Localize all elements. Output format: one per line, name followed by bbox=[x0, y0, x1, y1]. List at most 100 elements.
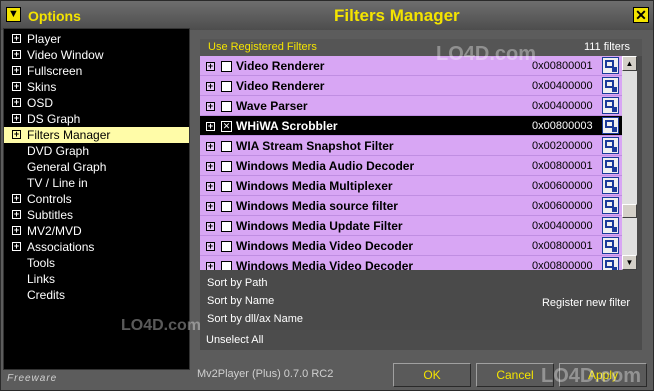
filter-properties-icon[interactable] bbox=[602, 97, 619, 114]
expand-icon[interactable]: + bbox=[12, 34, 21, 43]
filter-checkbox[interactable] bbox=[221, 181, 232, 192]
filter-properties-icon[interactable] bbox=[602, 217, 619, 234]
filter-checkbox[interactable] bbox=[221, 241, 232, 252]
sidebar-item[interactable]: + Controls bbox=[4, 191, 189, 207]
filter-properties-icon[interactable] bbox=[602, 257, 619, 270]
filter-checkbox[interactable] bbox=[221, 261, 232, 270]
filter-name: Windows Media Audio Decoder bbox=[236, 159, 415, 173]
sidebar-item-label: General Graph bbox=[27, 160, 107, 174]
filter-properties-icon[interactable] bbox=[602, 157, 619, 174]
filter-properties-icon[interactable] bbox=[602, 57, 619, 74]
filter-list: + Video Renderer 0x00800001 + Video Renderer… bbox=[200, 56, 622, 270]
sidebar-item-label: DVD Graph bbox=[27, 144, 90, 158]
filter-row[interactable]: + Windows Media Video Decoder 0x00800001 bbox=[200, 236, 622, 256]
expand-icon[interactable]: + bbox=[206, 102, 215, 111]
scroll-up-button[interactable]: ▲ bbox=[622, 56, 637, 71]
arrow-down-icon[interactable]: ▼ bbox=[6, 7, 21, 22]
sidebar-item[interactable]: Tools bbox=[4, 255, 189, 271]
expand-icon[interactable]: + bbox=[206, 202, 215, 211]
filter-name: Windows Media Update Filter bbox=[236, 219, 403, 233]
filter-checkbox[interactable] bbox=[221, 201, 232, 212]
expand-icon[interactable]: + bbox=[12, 50, 21, 59]
expand-icon[interactable]: + bbox=[206, 122, 215, 131]
sidebar-item[interactable]: TV / Line in bbox=[4, 175, 189, 191]
sidebar-item-label: Filters Manager bbox=[27, 128, 111, 142]
filter-merit: 0x00400000 bbox=[532, 80, 593, 92]
expand-icon[interactable]: + bbox=[12, 194, 21, 203]
expand-icon[interactable]: + bbox=[12, 66, 21, 75]
filter-name: Windows Media source filter bbox=[236, 199, 398, 213]
expand-icon[interactable]: + bbox=[206, 262, 215, 270]
sidebar-item[interactable]: Credits bbox=[4, 287, 189, 303]
sidebar-item-label: Associations bbox=[27, 240, 95, 254]
sidebar-item[interactable]: DVD Graph bbox=[4, 143, 189, 159]
filter-row[interactable]: + WIA Stream Snapshot Filter 0x00200000 bbox=[200, 136, 622, 156]
filter-properties-icon[interactable] bbox=[602, 197, 619, 214]
expand-icon[interactable]: + bbox=[206, 142, 215, 151]
unselect-all-link[interactable]: Unselect All bbox=[206, 330, 263, 350]
filter-merit: 0x00800001 bbox=[532, 160, 593, 172]
filter-checkbox[interactable] bbox=[221, 81, 232, 92]
expand-icon[interactable]: + bbox=[206, 242, 215, 251]
expand-icon[interactable]: + bbox=[206, 62, 215, 71]
filter-checkbox[interactable] bbox=[221, 161, 232, 172]
expand-icon[interactable]: + bbox=[206, 82, 215, 91]
expand-icon[interactable]: + bbox=[12, 210, 21, 219]
sidebar-item[interactable]: + Player bbox=[4, 31, 189, 47]
sidebar-item[interactable]: + Subtitles bbox=[4, 207, 189, 223]
filter-row[interactable]: + Wave Parser 0x00400000 bbox=[200, 96, 622, 116]
sort-by-path-link[interactable]: Sort by Path bbox=[207, 277, 268, 289]
filter-row[interactable]: + Windows Media Video Decoder 0x00800000 bbox=[200, 256, 622, 270]
filter-checkbox[interactable] bbox=[221, 141, 232, 152]
sidebar-item[interactable]: + Skins bbox=[4, 79, 189, 95]
expand-icon[interactable]: + bbox=[206, 182, 215, 191]
filter-row[interactable]: + Windows Media Multiplexer 0x00600000 bbox=[200, 176, 622, 196]
filter-row[interactable]: + Windows Media Update Filter 0x00400000 bbox=[200, 216, 622, 236]
filter-properties-icon[interactable] bbox=[602, 137, 619, 154]
filter-row[interactable]: + ✕ WHiWA Scrobbler 0x00800003 bbox=[200, 116, 622, 136]
window-title: Filters Manager bbox=[334, 6, 460, 25]
sidebar-item[interactable]: + OSD bbox=[4, 95, 189, 111]
sidebar-item[interactable]: + MV2/MVD bbox=[4, 223, 189, 239]
filter-row[interactable]: + Windows Media Audio Decoder 0x00800001 bbox=[200, 156, 622, 176]
sort-by-name-link[interactable]: Sort by Name bbox=[207, 295, 274, 307]
sidebar-item[interactable]: + DS Graph bbox=[4, 111, 189, 127]
filter-properties-icon[interactable] bbox=[602, 237, 619, 254]
filter-name: WIA Stream Snapshot Filter bbox=[236, 139, 394, 153]
expand-icon[interactable]: + bbox=[12, 226, 21, 235]
close-icon[interactable]: ✕ bbox=[633, 7, 649, 23]
filter-row[interactable]: + Windows Media source filter 0x00600000 bbox=[200, 196, 622, 216]
sidebar-item[interactable]: + Associations bbox=[4, 239, 189, 255]
filter-checkbox[interactable]: ✕ bbox=[221, 121, 232, 132]
scroll-down-button[interactable]: ▼ bbox=[622, 255, 637, 270]
expand-icon[interactable]: + bbox=[12, 82, 21, 91]
sidebar-item[interactable]: + Fullscreen bbox=[4, 63, 189, 79]
filter-merit: 0x00800000 bbox=[532, 260, 593, 270]
expand-icon[interactable]: + bbox=[12, 242, 21, 251]
scroll-thumb[interactable] bbox=[622, 204, 637, 218]
sidebar-item[interactable]: General Graph bbox=[4, 159, 189, 175]
filter-properties-icon[interactable] bbox=[602, 117, 619, 134]
list-scrollbar[interactable]: ▲ ▼ bbox=[622, 56, 637, 270]
filter-merit: 0x00600000 bbox=[532, 180, 593, 192]
ok-button[interactable]: OK bbox=[393, 363, 471, 387]
sidebar-item[interactable]: + Filters Manager bbox=[4, 127, 189, 143]
expand-icon[interactable]: + bbox=[206, 222, 215, 231]
sidebar-item[interactable]: + Video Window bbox=[4, 47, 189, 63]
register-filter-link[interactable]: Register new filter bbox=[542, 297, 630, 309]
filter-row[interactable]: + Video Renderer 0x00800001 bbox=[200, 56, 622, 76]
filter-checkbox[interactable] bbox=[221, 101, 232, 112]
filter-row[interactable]: + Video Renderer 0x00400000 bbox=[200, 76, 622, 96]
expand-icon[interactable]: + bbox=[12, 98, 21, 107]
sidebar-item[interactable]: Links bbox=[4, 271, 189, 287]
filter-checkbox[interactable] bbox=[221, 221, 232, 232]
expand-icon[interactable]: + bbox=[12, 130, 21, 139]
filter-properties-icon[interactable] bbox=[602, 77, 619, 94]
use-registered-filters-toggle[interactable]: Use Registered Filters bbox=[208, 39, 317, 56]
sort-by-dll-link[interactable]: Sort by dll/ax Name bbox=[207, 313, 303, 325]
filter-checkbox[interactable] bbox=[221, 61, 232, 72]
filter-count: 111 filters bbox=[583, 41, 630, 53]
expand-icon[interactable]: + bbox=[12, 114, 21, 123]
expand-icon[interactable]: + bbox=[206, 162, 215, 171]
filter-properties-icon[interactable] bbox=[602, 177, 619, 194]
